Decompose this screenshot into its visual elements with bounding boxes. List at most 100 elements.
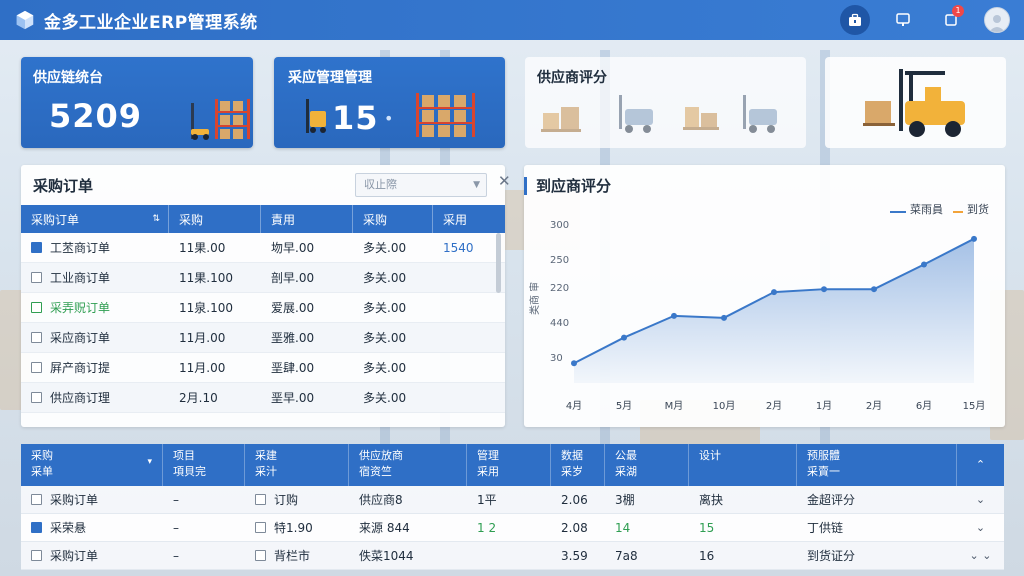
- table-cell: 2.08: [561, 520, 588, 535]
- column-header[interactable]: 项目 項貝完: [163, 444, 245, 486]
- data-point[interactable]: [671, 312, 677, 319]
- table-row[interactable]: 工业商订单 11果.100 剖早.00 多关.00: [21, 263, 505, 293]
- chevron-down-icon[interactable]: ⌄: [957, 493, 1004, 506]
- stat-card-supplier-rating[interactable]: 供应商评分: [525, 57, 806, 148]
- close-icon[interactable]: ✕: [498, 172, 511, 190]
- table-cell: 来源 844: [359, 521, 410, 535]
- sort-icon[interactable]: ▾: [147, 454, 152, 470]
- monitor-icon: [896, 13, 910, 26]
- notification-button[interactable]: 1: [936, 5, 966, 35]
- table-cell: 11月.00: [179, 361, 226, 375]
- sort-icon[interactable]: ⇅: [152, 214, 160, 224]
- table-cell: 3棚: [615, 493, 635, 507]
- row-checkbox[interactable]: [31, 242, 42, 253]
- table-scrollbar[interactable]: [496, 233, 501, 293]
- column-header[interactable]: 采购: [169, 205, 261, 233]
- table-row[interactable]: 采购订单 – 背栏市 佚菜1044 3.59 7a8 16 到货证分 ⌄ ⌄: [21, 542, 1004, 570]
- table-cell: 11月.00: [179, 331, 226, 345]
- column-header[interactable]: 采购: [353, 205, 433, 233]
- table-cell: 16: [699, 548, 715, 563]
- order-name-cell: 屛产商订提: [21, 359, 169, 376]
- table-row[interactable]: 供应商订理 2月.10 垩早.00 多关.00: [21, 383, 505, 413]
- collapse-button[interactable]: ⌃: [957, 444, 1004, 486]
- table-cell: 1平: [477, 493, 497, 507]
- column-header[interactable]: 采建 采汁: [245, 444, 349, 486]
- stat-card-supply-chain[interactable]: 供应链统台 5209: [21, 57, 253, 148]
- table-cell: –: [173, 548, 179, 563]
- chevron-down-icon[interactable]: ⌄ ⌄: [957, 549, 1004, 562]
- x-tick-label: 1月: [816, 400, 832, 412]
- column-header[interactable]: 管理 采用: [467, 444, 551, 486]
- table-header: 采购订单 ⇅ 采购 責用 采购 采用: [21, 205, 505, 233]
- stat-card-procurement[interactable]: 采应管理管理 15 •: [274, 57, 505, 148]
- data-point[interactable]: [571, 360, 577, 367]
- data-point[interactable]: [921, 261, 927, 268]
- table-cell: 多关.00: [363, 331, 407, 345]
- data-point[interactable]: [971, 235, 977, 242]
- table-cell: 采购订单: [21, 491, 163, 508]
- table-row[interactable]: 屛产商订提 11月.00 垩肆.00 多关.00: [21, 353, 505, 383]
- user-avatar[interactable]: [984, 7, 1010, 33]
- chevron-down-icon[interactable]: ⌄: [957, 521, 1004, 534]
- column-header[interactable]: 供应放商 宿资竺: [349, 444, 467, 486]
- row-checkbox[interactable]: [31, 332, 42, 343]
- notification-badge: 1: [952, 5, 964, 17]
- table-cell: 多关.00: [363, 361, 407, 375]
- toolbox-button[interactable]: [840, 5, 870, 35]
- x-tick-label: 6月: [916, 400, 932, 412]
- table-cell: 采购订单: [21, 547, 163, 564]
- row-checkbox[interactable]: [31, 302, 42, 313]
- forklift-icon: [619, 95, 653, 133]
- table-cell: 离抉: [699, 493, 724, 507]
- data-point[interactable]: [871, 286, 877, 293]
- row-checkbox[interactable]: [255, 522, 266, 533]
- column-header[interactable]: 采购订单 ⇅: [21, 205, 169, 233]
- table-cell: 11果.00: [179, 241, 226, 255]
- column-header[interactable]: 公最 采湖: [605, 444, 689, 486]
- column-header[interactable]: 責用: [261, 205, 353, 233]
- order-name-cell: 采应商订单: [21, 329, 169, 346]
- row-checkbox[interactable]: [31, 362, 42, 373]
- table-cell: 金超评分: [807, 493, 856, 507]
- row-checkbox[interactable]: [31, 392, 42, 403]
- column-header[interactable]: 采购 采单 ▾: [21, 444, 163, 486]
- table-row[interactable]: 采荣悬 – 特1.90 来源 844 1 2 2.08 14 15 丁供链 ⌄: [21, 514, 1004, 542]
- x-tick-label: 10月: [713, 400, 736, 412]
- y-tick-label: 300: [550, 220, 569, 231]
- row-checkbox[interactable]: [255, 494, 266, 505]
- table-cell: 垩早.00: [271, 391, 315, 405]
- app-title: 金多工业企业ERP管理系统: [44, 12, 258, 33]
- data-point[interactable]: [771, 289, 777, 296]
- table-header: 采购 采单 ▾ 项目 項貝完 采建 采汁 供应放商 宿资竺 管理 采用 数据 采岁 公最 采湖 设计 预服體 采賣…: [21, 444, 1004, 486]
- data-point[interactable]: [621, 334, 627, 341]
- table-row[interactable]: 工苤商订单 11果.00 圽早.00 多关.00 1540: [21, 233, 505, 263]
- panel-title: 采购订单: [33, 177, 94, 195]
- column-header[interactable]: 预服體 采賣一: [797, 444, 957, 486]
- row-checkbox[interactable]: [31, 272, 42, 283]
- forklift-icon: [743, 95, 777, 133]
- data-point[interactable]: [821, 286, 827, 293]
- table-row[interactable]: 采弄贶订单 11泉.100 爱展.00 多关.00: [21, 293, 505, 323]
- top-bar: 金多工业企业ERP管理系统 1: [0, 0, 1024, 40]
- monitor-button[interactable]: [888, 5, 918, 35]
- table-row[interactable]: 采应商订单 11月.00 垩雅.00 多关.00: [21, 323, 505, 353]
- y-tick-label: 250: [550, 255, 569, 266]
- table-row[interactable]: 采购订单 – 订购 供应商8 1平 2.06 3棚 离抉 金超评分 ⌄: [21, 486, 1004, 514]
- table-cell: 圽早.00: [271, 241, 315, 255]
- table-cell: 多关.00: [363, 301, 407, 315]
- row-checkbox[interactable]: [255, 550, 266, 561]
- column-header[interactable]: 设计: [689, 444, 797, 486]
- column-header[interactable]: 采用: [433, 205, 505, 233]
- y-tick-label: 30: [550, 353, 563, 364]
- filter-select[interactable]: 収止際 ▼: [355, 173, 487, 197]
- row-checkbox[interactable]: [31, 494, 42, 505]
- row-checkbox[interactable]: [31, 522, 42, 533]
- table-cell: –: [173, 492, 179, 507]
- table-cell: 订购: [245, 491, 349, 508]
- stat-card-forklift[interactable]: [825, 57, 1006, 148]
- row-checkbox[interactable]: [31, 550, 42, 561]
- data-point[interactable]: [721, 314, 727, 321]
- y-tick-label: 220: [550, 283, 569, 294]
- table-cell: 2月.10: [179, 391, 218, 405]
- column-header[interactable]: 数据 采岁: [551, 444, 605, 486]
